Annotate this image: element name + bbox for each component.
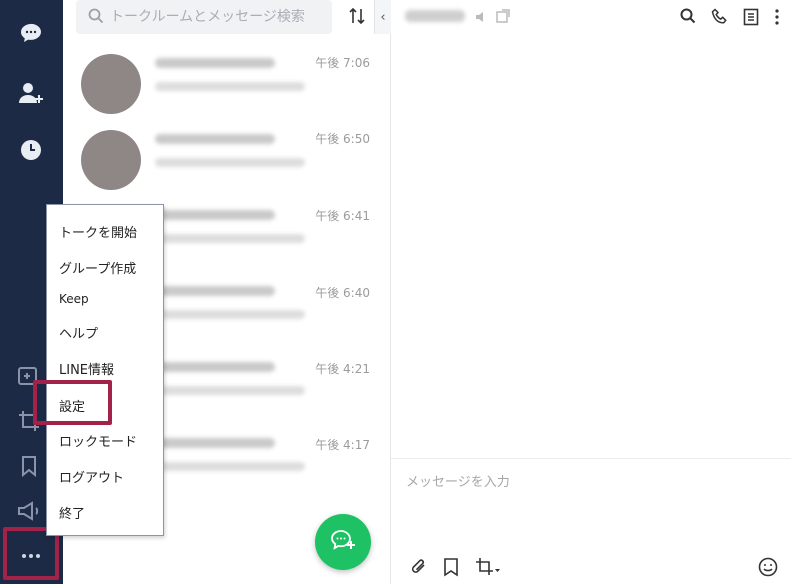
chat-title-blurred <box>405 10 465 22</box>
kebab-menu-icon[interactable] <box>774 8 780 30</box>
more-icon <box>21 544 41 563</box>
settings-highlight-frame <box>33 380 112 425</box>
room-preview-blurred <box>155 310 305 319</box>
room-preview-blurred <box>155 158 305 167</box>
emoji-icon[interactable] <box>758 557 778 581</box>
room-name-blurred <box>155 286 275 296</box>
menu-item-keep[interactable]: Keep <box>59 292 89 306</box>
search-input[interactable]: トークルームとメッセージ検索 <box>76 0 332 34</box>
attach-icon[interactable] <box>410 557 428 581</box>
crop-icon[interactable] <box>475 557 501 581</box>
room-time: 午後 6:41 <box>315 209 370 223</box>
message-composer[interactable]: メッセージを入力 <box>391 458 791 585</box>
room-preview-blurred <box>155 462 305 471</box>
phone-icon[interactable] <box>711 8 729 30</box>
room-name-blurred <box>155 362 275 372</box>
menu-item-lock-mode[interactable]: ロックモード <box>59 431 137 450</box>
chevron-left-icon: ‹ <box>380 9 386 25</box>
menu-item-help[interactable]: ヘルプ <box>59 323 98 342</box>
menu-item-line-info[interactable]: LINE情報 <box>59 359 114 378</box>
chat-list-item[interactable]: 午後 7:06 <box>63 48 390 124</box>
bookmark-icon[interactable] <box>443 557 459 581</box>
room-time: 午後 4:21 <box>315 362 370 376</box>
new-chat-button[interactable] <box>315 514 371 570</box>
more-menu: トークを開始 グループ作成 Keep ヘルプ LINE情報 設定 ロックモード … <box>46 204 164 536</box>
mute-icon <box>475 9 489 28</box>
search-icon <box>88 8 104 28</box>
notes-icon[interactable] <box>743 8 759 30</box>
clock-icon[interactable] <box>18 137 44 163</box>
chat-list-item[interactable]: 午後 6:50 <box>63 124 390 200</box>
avatar <box>81 130 141 190</box>
room-time: 午後 4:17 <box>315 438 370 452</box>
menu-item-quit[interactable]: 終了 <box>59 503 85 522</box>
room-time: 午後 7:06 <box>315 56 370 70</box>
room-time: 午後 6:50 <box>315 132 370 146</box>
room-name-blurred <box>155 438 275 448</box>
menu-item-logout[interactable]: ログアウト <box>59 467 124 486</box>
room-preview-blurred <box>155 386 305 395</box>
room-preview-blurred <box>155 82 305 91</box>
room-name-blurred <box>155 210 275 220</box>
menu-item-create-group[interactable]: グループ作成 <box>59 258 136 277</box>
room-name-blurred <box>155 58 275 68</box>
room-time: 午後 6:40 <box>315 286 370 300</box>
chat-pane: メッセージを入力 <box>391 0 791 584</box>
search-placeholder: トークルームとメッセージ検索 <box>110 9 305 25</box>
new-chat-icon <box>330 528 356 556</box>
chat-icon[interactable] <box>18 20 44 46</box>
room-preview-blurred <box>155 234 305 243</box>
search-icon[interactable] <box>680 8 696 28</box>
megaphone-icon[interactable] <box>16 498 42 524</box>
room-name-blurred <box>155 134 275 144</box>
message-input-placeholder: メッセージを入力 <box>406 475 510 490</box>
sort-icon[interactable] <box>349 7 365 29</box>
avatar <box>81 54 141 114</box>
menu-item-start-talk[interactable]: トークを開始 <box>59 222 137 241</box>
collapse-panel-button[interactable]: ‹ <box>374 0 391 34</box>
external-window-icon[interactable] <box>495 8 511 28</box>
bookmark-icon[interactable] <box>16 453 42 479</box>
add-friend-icon[interactable] <box>18 80 44 106</box>
